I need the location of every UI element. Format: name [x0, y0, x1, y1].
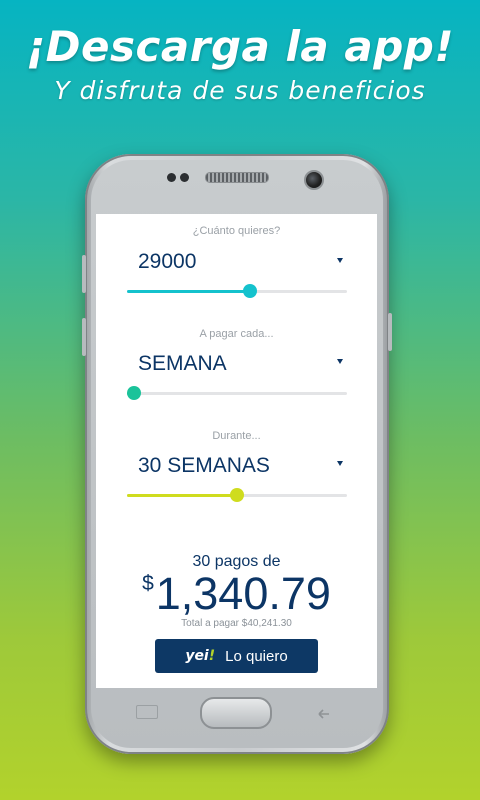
- recent-apps-icon: [136, 705, 158, 719]
- total-to-pay: Total a pagar $40,241.30: [181, 618, 292, 629]
- amount-label: ¿Cuánto quieres?: [192, 225, 281, 237]
- home-button[interactable]: [200, 697, 272, 729]
- amount-slider[interactable]: [127, 284, 347, 298]
- payment-amount-value: 1,340.79: [155, 568, 331, 619]
- duration-slider[interactable]: [127, 488, 347, 502]
- frequency-label: A pagar cada...: [199, 328, 274, 340]
- phone-side-button-left-2: [82, 318, 86, 356]
- speaker-grille-icon: [205, 172, 269, 183]
- camera-lens-icon: [304, 170, 324, 190]
- duration-slider-thumb[interactable]: [230, 488, 244, 502]
- promo-subtitle: Y disfruta de sus beneficios: [54, 76, 426, 105]
- duration-slider-fill: [127, 494, 237, 497]
- frequency-slider-thumb[interactable]: [126, 386, 141, 400]
- chevron-down-icon[interactable]: [337, 258, 343, 263]
- phone-side-button-left-1: [82, 255, 86, 293]
- duration-select[interactable]: 30 SEMANAS: [138, 454, 270, 478]
- lo-quiero-label: Lo quiero: [225, 647, 288, 665]
- amount-slider-fill: [127, 290, 251, 293]
- chevron-down-icon[interactable]: [337, 359, 343, 364]
- proximity-sensor-icon: [180, 173, 189, 182]
- yei-logo: yei!: [185, 648, 216, 664]
- payment-amount: $1,340.79: [96, 568, 377, 620]
- duration-label: Durante...: [212, 430, 261, 442]
- front-camera-icon: [167, 173, 176, 182]
- back-icon: [318, 709, 329, 719]
- chevron-down-icon[interactable]: [337, 461, 343, 466]
- phone-side-button-right: [388, 313, 392, 351]
- frequency-slider[interactable]: [126, 386, 347, 400]
- amount-select[interactable]: 29000: [138, 250, 196, 274]
- app-screen: ¿Cuánto quieres? 29000 A pagar cada... S…: [96, 214, 377, 688]
- lo-quiero-button[interactable]: yei! Lo quiero: [155, 639, 318, 673]
- frequency-select[interactable]: SEMANA: [138, 352, 227, 376]
- currency-symbol: $: [142, 572, 154, 595]
- amount-slider-thumb[interactable]: [243, 284, 258, 298]
- promo-title: ¡Descarga la app!: [26, 22, 454, 71]
